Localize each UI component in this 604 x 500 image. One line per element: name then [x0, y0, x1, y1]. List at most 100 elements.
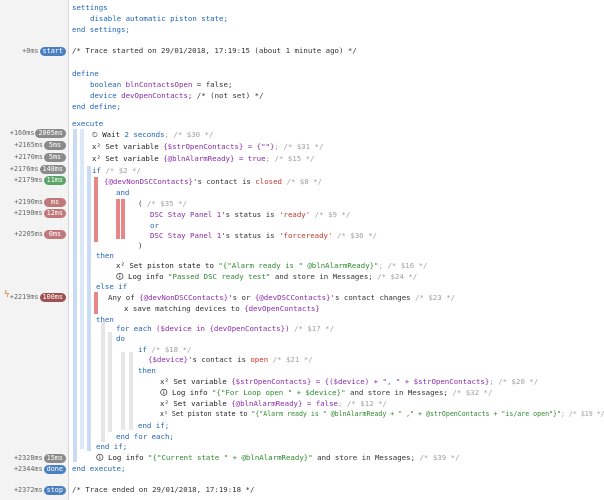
value: 'ready': [279, 210, 311, 219]
code-line: do: [116, 333, 125, 344]
trace-marker: +2190ms 12ms: [0, 208, 66, 218]
trace-time: +2170ms: [14, 152, 43, 161]
code-line: execute: [72, 118, 103, 129]
trace-marker: +160ms 2005ms: [0, 128, 66, 138]
variable: {devOpenContacts}: [244, 304, 320, 313]
comment: /* $2 */: [105, 166, 141, 175]
statement: Log info: [172, 388, 213, 397]
trace-badge[interactable]: ms: [44, 197, 66, 207]
trace-time: +2165ms: [14, 140, 43, 149]
variable: {@devDSCContacts}: [254, 293, 331, 302]
value: 2 seconds: [124, 130, 165, 139]
text: (: [138, 199, 147, 208]
trace-badge[interactable]: stop: [43, 485, 66, 495]
code-line: end execute;: [72, 463, 125, 474]
trace-badge[interactable]: 15ms: [43, 453, 66, 463]
code-line[interactable]: x² Set variable {@blnAlarmReady} = false…: [160, 398, 387, 409]
code-line[interactable]: x² Set variable {$strOpenContacts} = {""…: [92, 141, 323, 152]
code-line[interactable]: DSC Stay Panel 1's status is 'forceready…: [150, 230, 377, 241]
value: "{"Alarm ready is " @blnAlarmReady}": [218, 261, 379, 270]
code-line[interactable]: x² Set piston state to "{"Alarm ready is…: [116, 260, 428, 271]
value: = false;: [192, 80, 233, 89]
info-icon: 🛈: [160, 388, 172, 397]
trace-marker: +2165ms 5ms: [0, 140, 66, 150]
keyword: do: [116, 334, 125, 343]
trace-end-comment: /* Trace ended on 29/01/2018, 17:19:18 *…: [72, 484, 254, 495]
trace-marker: +2219ms 100ms: [0, 292, 66, 302]
keyword: else if: [96, 282, 128, 291]
code-line[interactable]: {$device}'s contact is open /* $21 */: [148, 354, 313, 365]
code-line[interactable]: x save matching devices to {devOpenConta…: [124, 303, 320, 314]
variable: {$device}: [148, 355, 189, 364]
value: "{"Current state " + @blnAlarmReady}": [148, 453, 313, 462]
text: Any of: [108, 293, 140, 302]
comment: ; /* $15 */: [265, 154, 315, 163]
comment: ; /* $31 */: [274, 142, 324, 151]
comment: ; /* $12 */: [338, 399, 387, 408]
code-line: else if: [96, 281, 127, 292]
code-line: then: [96, 314, 114, 325]
keyword: end define;: [72, 102, 121, 111]
code-line[interactable]: Any of {@devNonDSCContacts}'s or {@devDS…: [108, 292, 455, 303]
code-line[interactable]: x² Set piston state to "{"Alarm ready is…: [160, 409, 604, 420]
code-line[interactable]: 🛈 Log info "{"Current state " + @blnAlar…: [96, 452, 460, 463]
trace-badge[interactable]: 11ms: [43, 175, 66, 185]
code-line: then: [96, 250, 114, 261]
code-line[interactable]: ⏲ Wait 2 seconds; /* $30 */: [92, 129, 213, 140]
code-view: settings disable automatic piston state;…: [68, 0, 604, 500]
code-line: define: [72, 68, 99, 79]
code-line: device devOpenContacts; /* (not set) */: [90, 90, 264, 101]
trace-badge[interactable]: done: [43, 464, 66, 474]
trace-badge[interactable]: 100ms: [39, 292, 66, 302]
trace-badge[interactable]: 12ms: [43, 208, 66, 218]
value: {$strOpenContacts} = {""}: [163, 142, 275, 151]
code-line[interactable]: {@devNonDSCContacts}'s contact is closed…: [104, 176, 322, 187]
trace-badge[interactable]: 5ms: [44, 152, 66, 162]
value: "{"Alarm ready is " @blnAlarmReady + " ,…: [251, 410, 561, 418]
code-line[interactable]: x² Set variable {$strOpenContacts} = {($…: [160, 376, 538, 387]
text: save matching devices to: [128, 304, 245, 313]
trace-gutter: [0, 0, 69, 500]
variable: {@devNonDSCContacts}: [139, 293, 229, 302]
trace-marker: +2372ms stop: [0, 485, 66, 495]
comment: /* $9 */: [310, 210, 351, 219]
code-line[interactable]: 🛈 Log info "Passed DSC ready test" and s…: [116, 271, 417, 282]
value: closed: [255, 177, 282, 186]
trace-marker: +2328ms 15ms: [0, 453, 66, 463]
keyword: execute: [72, 119, 104, 128]
trace-badge[interactable]: 0ms: [44, 229, 66, 239]
code-line[interactable]: 🛈 Log info "{"For Loop open " + $device}…: [160, 387, 492, 398]
keyword: boolean: [90, 80, 126, 89]
code-line[interactable]: ( /* $35 */: [138, 198, 187, 209]
code-line: end if;: [138, 420, 169, 431]
code-line: disable automatic piston state;: [90, 13, 228, 24]
keyword: define: [72, 69, 99, 78]
value: {@blnAlarmReady} = false: [231, 399, 339, 408]
trace-time: +2372ms: [13, 485, 43, 494]
x-squared-icon: x²: [92, 154, 106, 163]
code-line[interactable]: DSC Stay Panel 1's status is 'ready' /* …: [150, 209, 350, 220]
trace-badge[interactable]: 148ms: [39, 164, 66, 174]
text: and store in Messages;: [270, 272, 378, 281]
comment-text: /* Trace ended on 29/01/2018, 17:19:18 *…: [72, 485, 255, 494]
text: 's status is: [221, 210, 280, 219]
code-line[interactable]: for each ($device in {devOpenContacts}) …: [116, 323, 334, 334]
comment: ; /* $16 */: [378, 261, 428, 270]
keyword: end for each;: [116, 432, 174, 441]
code-line[interactable]: if /* $2 */: [92, 165, 141, 176]
x-squared-icon: x²: [160, 377, 174, 386]
comment: /* $32 */: [452, 388, 493, 397]
comment: /* $35 */: [146, 199, 187, 208]
keyword: end settings;: [72, 25, 130, 34]
code-line[interactable]: x² Set variable {@blnAlarmReady} = true;…: [92, 153, 315, 164]
keyword: then: [138, 366, 156, 375]
trace-start-comment: /* Trace started on 29/01/2018, 17:19:15…: [72, 45, 357, 56]
keyword: then: [96, 315, 114, 324]
trace-marker: +0ms start: [0, 46, 66, 56]
trace-badge[interactable]: 5ms: [44, 140, 66, 150]
text: 's or: [228, 293, 255, 302]
x-squared-icon: x²: [116, 261, 130, 270]
trace-badge[interactable]: start: [39, 46, 66, 56]
text: 's status is: [221, 231, 280, 240]
trace-badge[interactable]: 2005ms: [35, 128, 66, 138]
